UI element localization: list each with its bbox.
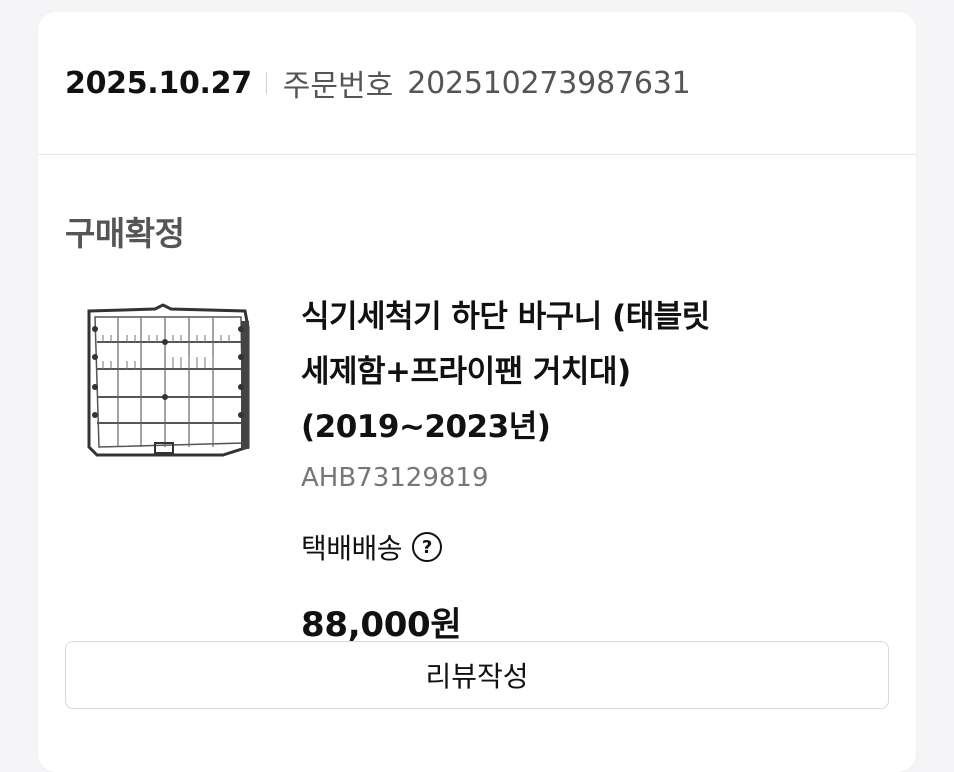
shipping-row: 택배배송 ? bbox=[301, 527, 861, 567]
header-divider bbox=[265, 72, 267, 94]
order-number: 202510273987631 bbox=[407, 65, 691, 101]
order-number-label: 주문번호 bbox=[282, 69, 394, 104]
product-title-line: 식기세척기 하단 바구니 (태블릿 bbox=[301, 299, 710, 335]
write-review-button[interactable]: 리뷰작성 bbox=[65, 641, 889, 709]
order-card: 2025.10.27 주문번호 202510273987631 구매확정 식기세… bbox=[38, 12, 916, 772]
product-title-line: (2019~2023년) bbox=[301, 409, 551, 445]
product-title[interactable]: 식기세척기 하단 바구니 (태블릿 세제함+프라이팬 거치대) (2019~20… bbox=[301, 290, 861, 455]
product-image[interactable] bbox=[83, 297, 253, 467]
order-date: 2025.10.27 bbox=[65, 65, 252, 101]
dishwasher-basket-image bbox=[87, 303, 250, 457]
order-status: 구매확정 bbox=[65, 214, 185, 253]
product-code: AHB73129819 bbox=[301, 463, 489, 493]
question-circle-icon[interactable]: ? bbox=[412, 532, 443, 562]
product-title-line: 세제함+프라이팬 거치대) bbox=[301, 354, 631, 390]
order-header: 2025.10.27 주문번호 202510273987631 bbox=[38, 12, 916, 155]
product-info: 식기세척기 하단 바구니 (태블릿 세제함+프라이팬 거치대) (2019~20… bbox=[301, 290, 861, 646]
product-price: 88,000원 bbox=[301, 605, 462, 645]
shipping-label: 택배배송 bbox=[301, 532, 403, 565]
